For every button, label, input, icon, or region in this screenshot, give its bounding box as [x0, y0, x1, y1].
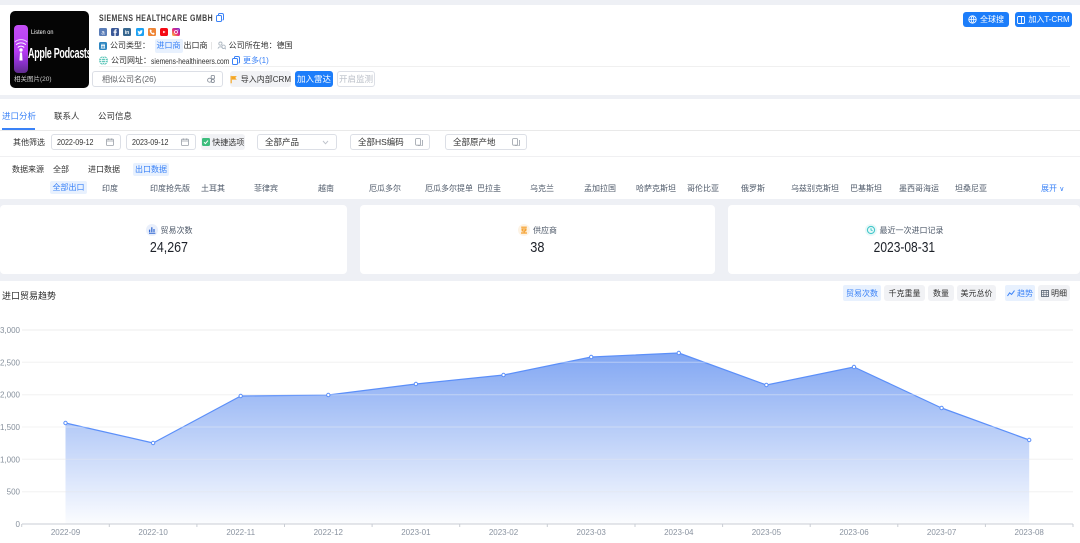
svg-text:500: 500	[7, 488, 21, 497]
svg-text:2023-05: 2023-05	[752, 528, 782, 537]
svg-text:2023-04: 2023-04	[664, 528, 694, 537]
svg-text:2023-07: 2023-07	[927, 528, 957, 537]
svg-text:2023-01: 2023-01	[401, 528, 431, 537]
svg-text:2022-12: 2022-12	[314, 528, 344, 537]
svg-text:3,000: 3,000	[0, 326, 21, 335]
svg-text:2022-09: 2022-09	[51, 528, 81, 537]
svg-text:in: in	[125, 30, 129, 36]
svg-text:2,000: 2,000	[0, 391, 21, 400]
svg-text:1,500: 1,500	[0, 423, 21, 432]
svg-text:2022-11: 2022-11	[226, 528, 255, 537]
svg-text:1,000: 1,000	[0, 455, 21, 464]
svg-text:2,500: 2,500	[0, 358, 21, 367]
svg-text:2023-08: 2023-08	[1015, 528, 1045, 537]
svg-text:0: 0	[16, 520, 21, 529]
svg-text:2023-06: 2023-06	[839, 528, 869, 537]
svg-text:2022-10: 2022-10	[138, 528, 168, 537]
svg-text:2023-03: 2023-03	[577, 528, 607, 537]
svg-text:2023-02: 2023-02	[489, 528, 519, 537]
